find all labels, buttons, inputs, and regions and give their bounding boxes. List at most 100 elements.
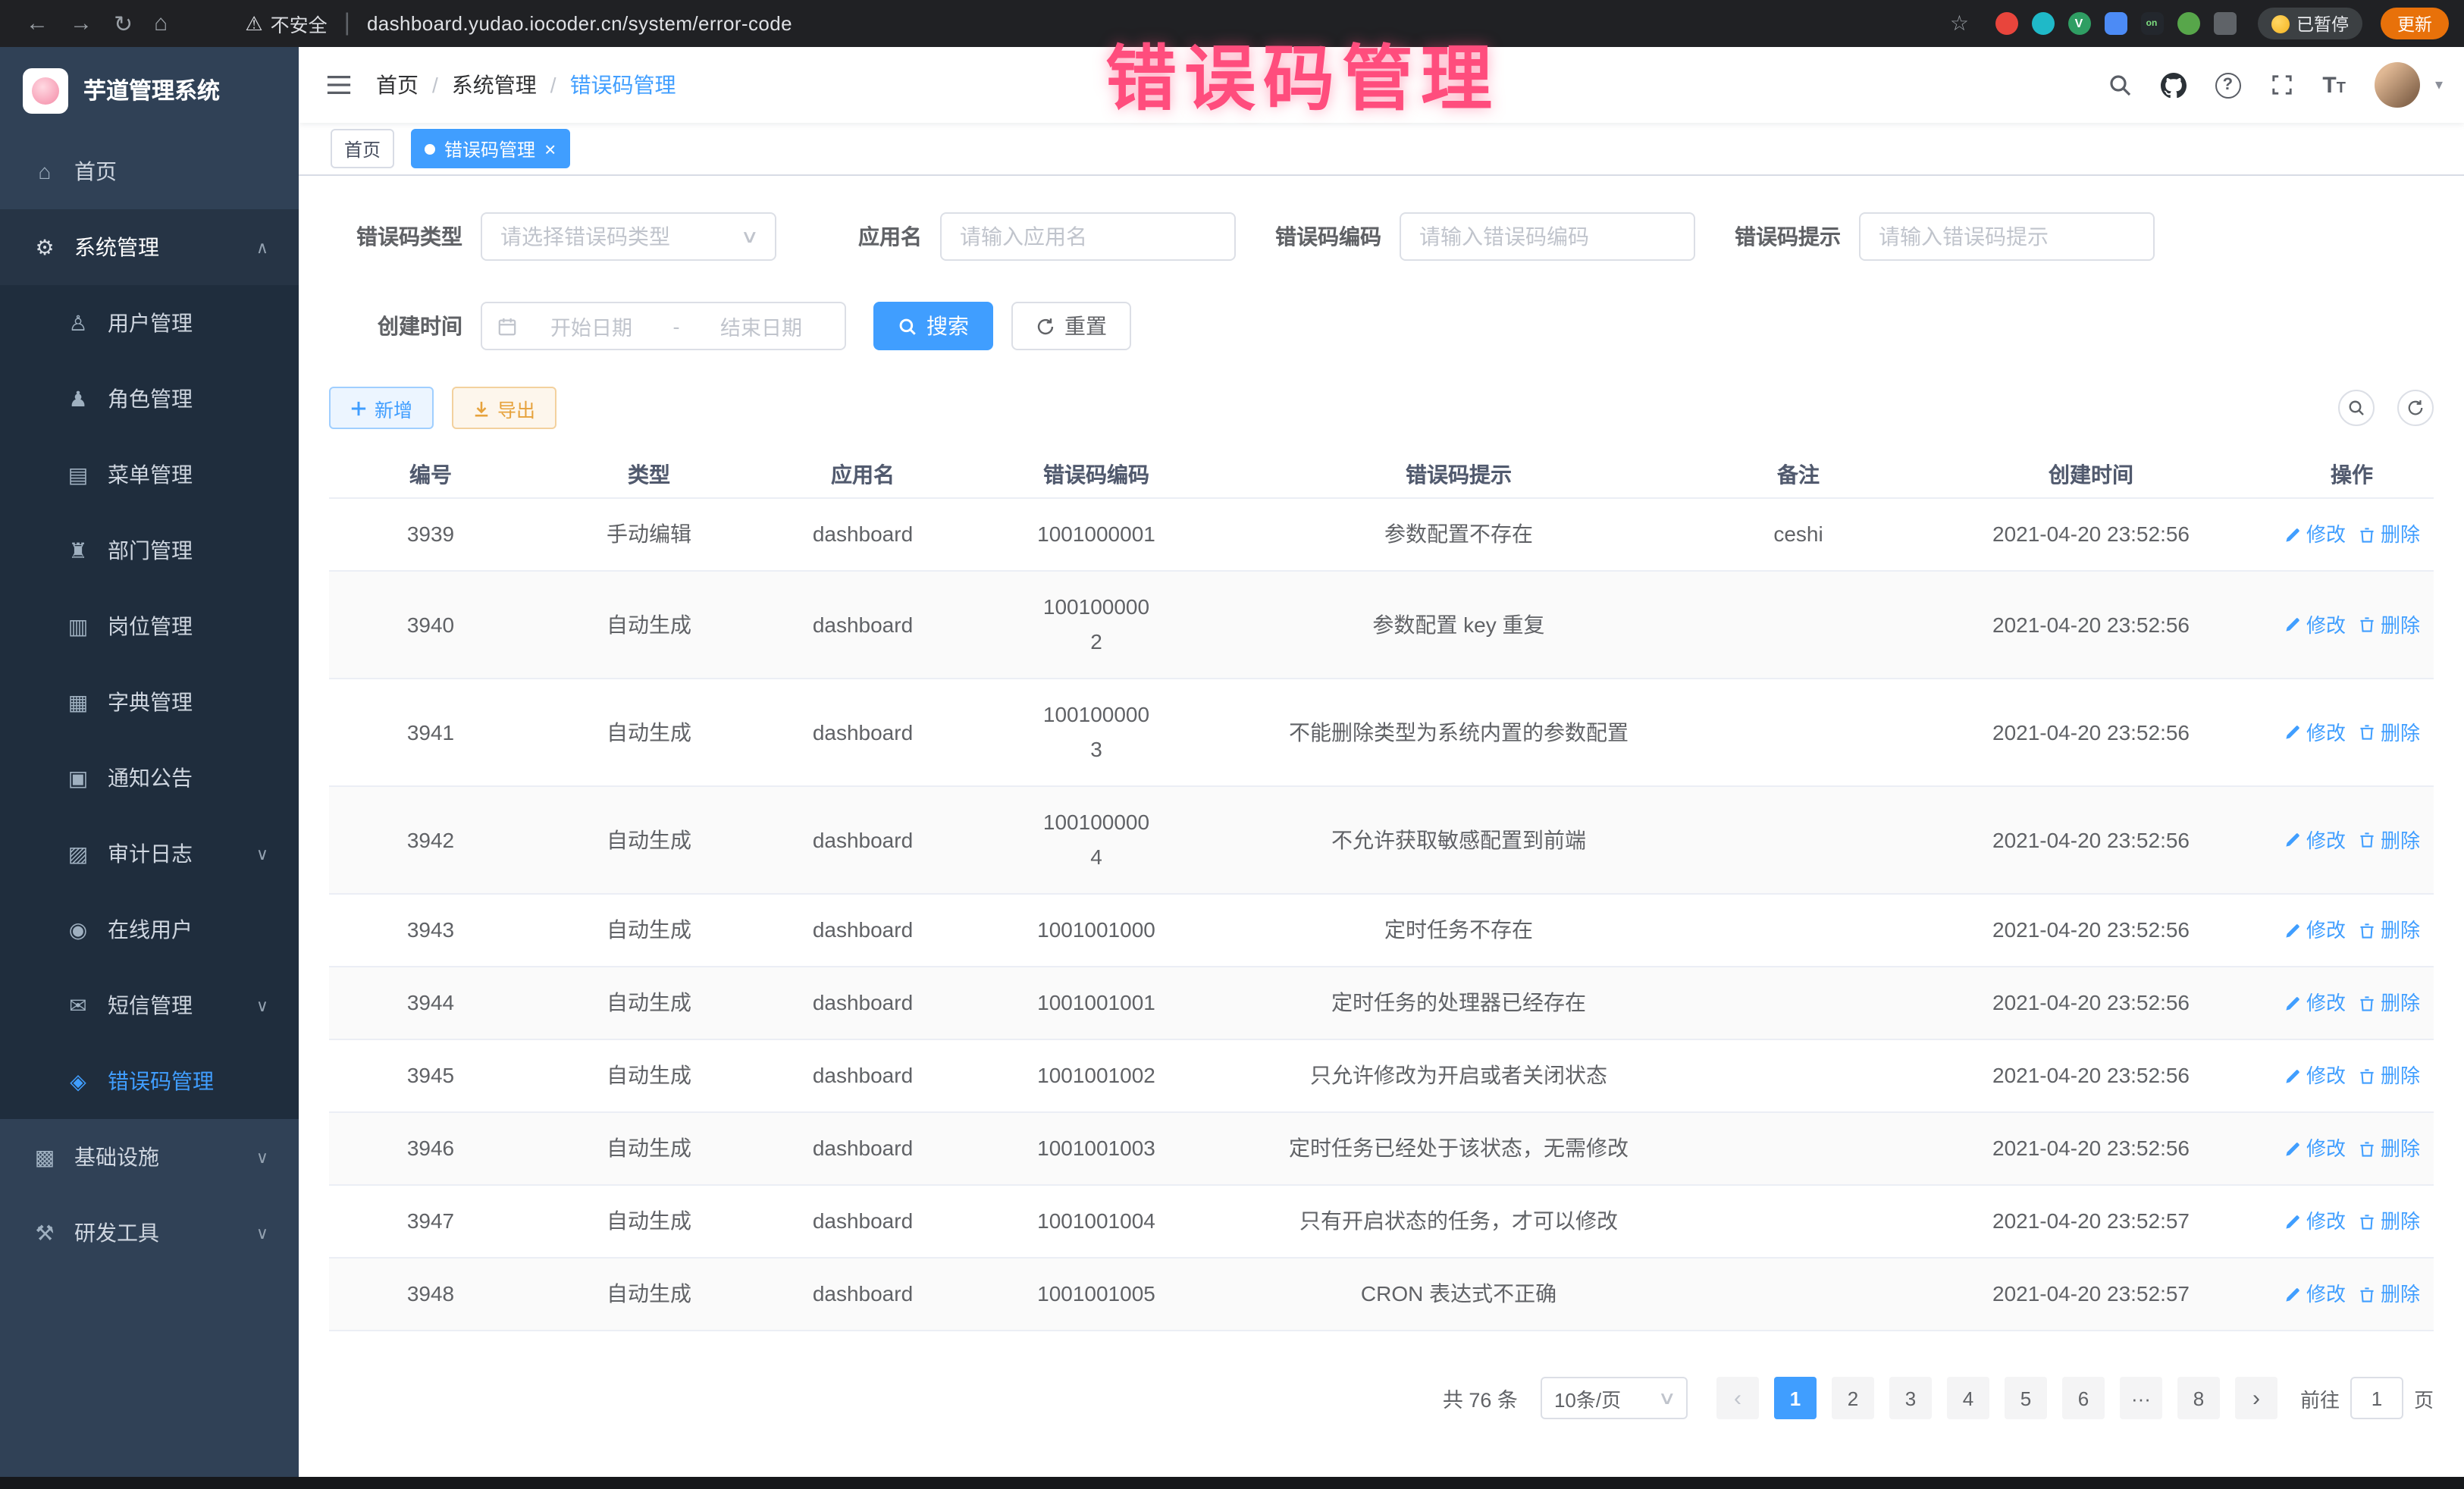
badge-icon: ▥ bbox=[65, 613, 91, 639]
delete-button[interactable]: 删除 bbox=[2358, 823, 2420, 857]
reload-icon[interactable]: ↻ bbox=[114, 10, 133, 37]
cell-type: 自动生成 bbox=[532, 895, 766, 967]
search-icon[interactable] bbox=[2107, 73, 2131, 97]
page-button[interactable]: 6 bbox=[2062, 1377, 2105, 1419]
add-button[interactable]: 新增 bbox=[329, 387, 434, 429]
update-button[interactable]: 更新 bbox=[2381, 8, 2449, 39]
page-button[interactable]: 8 bbox=[2177, 1377, 2220, 1419]
sidebar-item-menu-management[interactable]: ▤ 菜单管理 bbox=[0, 437, 299, 513]
next-page-button[interactable]: › bbox=[2235, 1377, 2277, 1419]
extension-icon-1[interactable] bbox=[1995, 12, 2017, 35]
cell-code: 1001001000 bbox=[960, 895, 1233, 967]
sidebar-item-notice[interactable]: ▣ 通知公告 bbox=[0, 740, 299, 816]
breadcrumb-system[interactable]: 系统管理 bbox=[452, 70, 537, 100]
page-button[interactable]: 3 bbox=[1889, 1377, 1932, 1419]
error-type-select[interactable]: 请选择错误码类型 ∨ bbox=[481, 212, 776, 261]
sidebar-item-error-code[interactable]: ◈ 错误码管理 bbox=[0, 1043, 299, 1119]
security-indicator[interactable]: ⚠ 不安全 bbox=[245, 9, 327, 38]
edit-button[interactable]: 修改 bbox=[2284, 1277, 2346, 1312]
edit-button[interactable]: 修改 bbox=[2284, 1058, 2346, 1093]
page-button[interactable]: 4 bbox=[1947, 1377, 1989, 1419]
cell-actions: 修改 删除 bbox=[2270, 572, 2434, 679]
font-size-icon[interactable]: T T bbox=[2322, 74, 2346, 96]
edit-button[interactable]: 修改 bbox=[2284, 607, 2346, 642]
main-content: 错误码类型 请选择错误码类型 ∨ 应用名 错误码编码 错误码提示 bbox=[299, 176, 2464, 1477]
reset-button[interactable]: 重置 bbox=[1011, 302, 1131, 350]
error-hint-input[interactable] bbox=[1859, 212, 2155, 261]
search-button[interactable]: 搜索 bbox=[873, 302, 993, 350]
extension-icon-5[interactable]: on bbox=[2140, 12, 2163, 35]
prev-page-button[interactable]: ‹ bbox=[1716, 1377, 1759, 1419]
sidebar-toggle-icon[interactable] bbox=[326, 74, 352, 96]
sidebar-item-role-management[interactable]: ♟ 角色管理 bbox=[0, 361, 299, 437]
sidebar-item-infrastructure[interactable]: ▩ 基础设施 ∨ bbox=[0, 1119, 299, 1195]
sidebar-item-dev-tools[interactable]: ⚒ 研发工具 ∨ bbox=[0, 1195, 299, 1271]
forward-icon[interactable]: → bbox=[70, 11, 92, 36]
edit-button[interactable]: 修改 bbox=[2284, 823, 2346, 857]
calendar-icon bbox=[497, 316, 517, 336]
delete-button[interactable]: 删除 bbox=[2358, 1277, 2420, 1312]
extension-icon-3[interactable]: V bbox=[2067, 12, 2090, 35]
logo[interactable]: 芋道管理系统 bbox=[0, 47, 299, 133]
user-avatar[interactable] bbox=[2375, 62, 2420, 108]
edit-button[interactable]: 修改 bbox=[2284, 986, 2346, 1020]
export-button[interactable]: 导出 bbox=[452, 387, 556, 429]
fullscreen-icon[interactable] bbox=[2269, 73, 2293, 97]
date-range-picker[interactable]: 开始日期 - 结束日期 bbox=[481, 302, 846, 350]
edit-button[interactable]: 修改 bbox=[2284, 517, 2346, 552]
back-icon[interactable]: ← bbox=[26, 11, 49, 36]
edit-button[interactable]: 修改 bbox=[2284, 715, 2346, 750]
cell-remark bbox=[1685, 679, 1912, 787]
bookmark-star-icon[interactable]: ☆ bbox=[1950, 11, 1969, 36]
extension-icon-7[interactable] bbox=[2213, 12, 2236, 35]
sidebar-item-post-management[interactable]: ▥ 岗位管理 bbox=[0, 588, 299, 664]
delete-button-label: 删除 bbox=[2381, 1131, 2420, 1166]
delete-button[interactable]: 删除 bbox=[2358, 1058, 2420, 1093]
toggle-search-icon[interactable] bbox=[2338, 390, 2375, 426]
app-name-input[interactable] bbox=[940, 212, 1236, 261]
extension-icon-6[interactable] bbox=[2177, 12, 2199, 35]
sidebar-item-home[interactable]: ⌂ 首页 bbox=[0, 133, 299, 209]
delete-button[interactable]: 删除 bbox=[2358, 1131, 2420, 1166]
delete-button[interactable]: 删除 bbox=[2358, 913, 2420, 948]
delete-button[interactable]: 删除 bbox=[2358, 1204, 2420, 1239]
sidebar-item-sms-management[interactable]: ✉ 短信管理 ∨ bbox=[0, 967, 299, 1043]
page-button[interactable]: 1 bbox=[1774, 1377, 1817, 1419]
github-icon[interactable] bbox=[2160, 72, 2186, 98]
page-size-select[interactable]: 10条/页 ∨ bbox=[1541, 1377, 1688, 1419]
error-code-input[interactable] bbox=[1400, 212, 1695, 261]
sidebar-item-dict-management[interactable]: ▦ 字典管理 bbox=[0, 664, 299, 740]
sidebar-item-department-management[interactable]: ♜ 部门管理 bbox=[0, 513, 299, 588]
delete-button[interactable]: 删除 bbox=[2358, 715, 2420, 750]
error-code-label: 错误码编码 bbox=[1248, 212, 1400, 261]
delete-button[interactable]: 删除 bbox=[2358, 517, 2420, 552]
sidebar-item-audit-log[interactable]: ▨ 审计日志 ∨ bbox=[0, 816, 299, 892]
page-button[interactable]: 5 bbox=[2005, 1377, 2047, 1419]
edit-button[interactable]: 修改 bbox=[2284, 913, 2346, 948]
page-button[interactable]: ··· bbox=[2120, 1377, 2162, 1419]
refresh-icon[interactable] bbox=[2397, 390, 2434, 426]
cell-time: 2021-04-20 23:52:56 bbox=[1912, 967, 2270, 1040]
cell-app: dashboard bbox=[766, 499, 960, 572]
tab-home[interactable]: 首页 bbox=[331, 129, 394, 168]
sidebar-item-user-management[interactable]: ♙ 用户管理 bbox=[0, 285, 299, 361]
home-icon[interactable]: ⌂ bbox=[154, 11, 168, 36]
edit-button[interactable]: 修改 bbox=[2284, 1204, 2346, 1239]
sidebar-item-system-management[interactable]: ⚙ 系统管理 ∧ bbox=[0, 209, 299, 285]
delete-button[interactable]: 删除 bbox=[2358, 607, 2420, 642]
paused-badge[interactable]: 已暂停 bbox=[2257, 8, 2362, 39]
breadcrumb-home[interactable]: 首页 bbox=[376, 70, 419, 100]
delete-button[interactable]: 删除 bbox=[2358, 986, 2420, 1020]
page-button[interactable]: 2 bbox=[1832, 1377, 1874, 1419]
sidebar-item-online-users[interactable]: ◉ 在线用户 bbox=[0, 892, 299, 967]
url-text[interactable]: dashboard.yudao.iocoder.cn/system/error-… bbox=[367, 12, 792, 35]
extension-icon-4[interactable] bbox=[2104, 12, 2127, 35]
avatar-dropdown-icon[interactable]: ▾ bbox=[2435, 77, 2443, 93]
extension-icon-2[interactable] bbox=[2031, 12, 2054, 35]
goto-page-input[interactable] bbox=[2350, 1377, 2403, 1419]
cell-hint: CRON 表达式不正确 bbox=[1233, 1259, 1685, 1331]
help-icon[interactable]: ? bbox=[2215, 72, 2240, 98]
close-icon[interactable]: × bbox=[544, 139, 556, 158]
edit-button[interactable]: 修改 bbox=[2284, 1131, 2346, 1166]
tab-error-code[interactable]: 错误码管理 × bbox=[411, 129, 569, 168]
